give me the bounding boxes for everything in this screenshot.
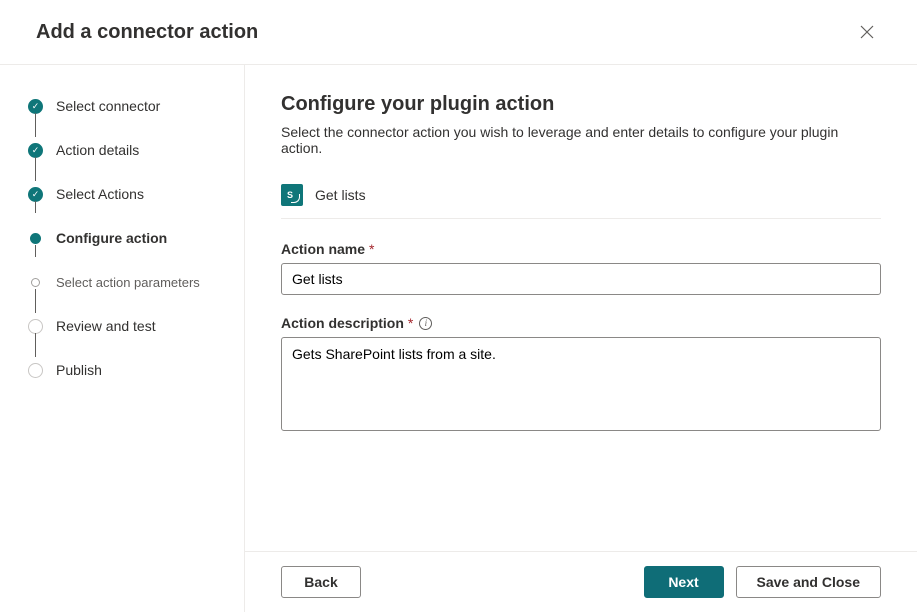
dialog-body: ✓ Select connector ✓ Action details ✓ Se… bbox=[0, 65, 917, 612]
info-icon[interactable]: i bbox=[419, 317, 432, 330]
main-content: Configure your plugin action Select the … bbox=[245, 65, 917, 551]
next-button[interactable]: Next bbox=[644, 566, 724, 598]
open-circle-icon bbox=[28, 363, 43, 378]
dialog-header: Add a connector action bbox=[0, 0, 917, 65]
step-select-actions[interactable]: ✓ Select Actions bbox=[28, 183, 228, 205]
open-circle-icon bbox=[28, 319, 43, 334]
action-name-label: Action name * bbox=[281, 241, 881, 257]
action-description-textarea[interactable] bbox=[281, 337, 881, 431]
checkmark-icon: ✓ bbox=[28, 187, 43, 202]
required-asterisk: * bbox=[369, 241, 374, 257]
step-select-connector[interactable]: ✓ Select connector bbox=[28, 95, 228, 117]
back-button[interactable]: Back bbox=[281, 566, 361, 598]
selected-connector-row: S Get lists bbox=[281, 184, 881, 219]
main-panel: Configure your plugin action Select the … bbox=[245, 65, 917, 612]
step-label: Select connector bbox=[56, 98, 160, 114]
dialog-title: Add a connector action bbox=[36, 21, 258, 44]
field-action-description: Action description * i bbox=[281, 315, 881, 436]
step-label: Publish bbox=[56, 362, 102, 378]
checkmark-icon: ✓ bbox=[28, 143, 43, 158]
checkmark-icon: ✓ bbox=[28, 99, 43, 114]
save-and-close-button[interactable]: Save and Close bbox=[736, 566, 882, 598]
step-review-and-test[interactable]: Review and test bbox=[28, 315, 228, 337]
step-label: Action details bbox=[56, 142, 139, 158]
footer-right-group: Next Save and Close bbox=[644, 566, 882, 598]
step-label: Select Actions bbox=[56, 186, 144, 202]
dialog-footer: Back Next Save and Close bbox=[245, 551, 917, 612]
step-select-action-parameters[interactable]: Select action parameters bbox=[28, 271, 228, 293]
close-button[interactable] bbox=[853, 18, 881, 46]
close-icon bbox=[860, 25, 874, 39]
active-dot-icon bbox=[30, 233, 41, 244]
action-description-label: Action description * i bbox=[281, 315, 881, 331]
step-label: Review and test bbox=[56, 318, 156, 334]
field-action-name: Action name * bbox=[281, 241, 881, 295]
page-title: Configure your plugin action bbox=[281, 93, 881, 116]
open-dot-icon bbox=[31, 278, 40, 287]
step-label: Select action parameters bbox=[56, 275, 200, 290]
page-subtitle: Select the connector action you wish to … bbox=[281, 124, 881, 156]
step-label: Configure action bbox=[56, 230, 167, 246]
sharepoint-icon: S bbox=[281, 184, 303, 206]
step-publish[interactable]: Publish bbox=[28, 359, 228, 381]
wizard-stepper: ✓ Select connector ✓ Action details ✓ Se… bbox=[0, 65, 245, 612]
step-configure-action[interactable]: Configure action bbox=[28, 227, 228, 249]
required-asterisk: * bbox=[408, 315, 413, 331]
step-action-details[interactable]: ✓ Action details bbox=[28, 139, 228, 161]
action-name-input[interactable] bbox=[281, 263, 881, 295]
connector-name: Get lists bbox=[315, 187, 366, 203]
